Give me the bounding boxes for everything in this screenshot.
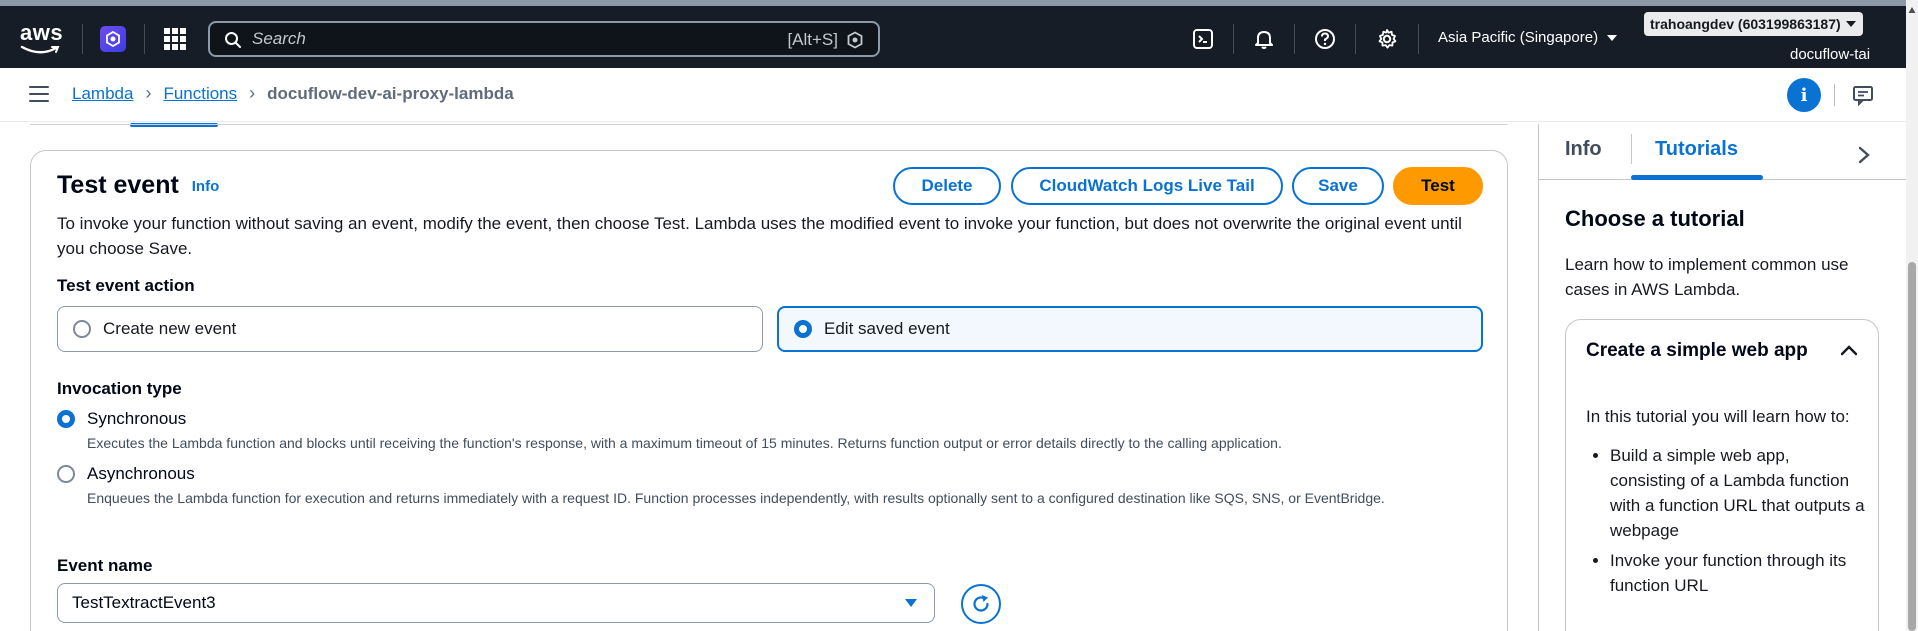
search-bar[interactable]: [Alt+S] (208, 21, 880, 57)
region-label: Asia Pacific (Singapore) (1438, 29, 1599, 46)
tab-tutorials[interactable]: Tutorials (1655, 138, 1738, 161)
search-input[interactable] (252, 27, 732, 51)
save-button[interactable]: Save (1292, 167, 1384, 205)
test-event-panel: Test event Info Delete CloudWatch Logs L… (30, 150, 1508, 631)
list-item: Build a simple web app, consisting of a … (1610, 443, 1866, 543)
tutorial-card-body: In this tutorial you will learn how to: … (1586, 404, 1866, 603)
tutorial-intro: In this tutorial you will learn how to: (1586, 407, 1850, 426)
nav-divider (1233, 24, 1234, 54)
nav-divider (1418, 24, 1419, 54)
synchronous-option[interactable]: Synchronous Executes the Lambda function… (57, 409, 1487, 453)
help-side-panel: Info Tutorials Choose a tutorial Learn h… (1538, 124, 1907, 631)
region-selector[interactable]: Asia Pacific (Singapore) (1438, 29, 1618, 46)
test-button[interactable]: Test (1393, 167, 1483, 205)
top-navigation: aws [Alt+S] (0, 0, 1906, 68)
panel-description: To invoke your function without saving a… (57, 214, 1462, 258)
radio-button-selected[interactable] (57, 410, 75, 428)
delete-button[interactable]: Delete (893, 167, 1001, 205)
breadcrumb: Lambda › Functions › docuflow-dev-ai-pro… (72, 83, 514, 104)
side-panel-tabs: Info Tutorials (1539, 124, 1907, 180)
radio-button-selected[interactable] (794, 320, 812, 338)
breadcrumb-current: docuflow-dev-ai-proxy-lambda (267, 83, 514, 103)
side-panel-title: Choose a tutorial (1565, 206, 1745, 231)
active-tab-indicator (1631, 175, 1763, 180)
account-alias: docuflow-tai (1790, 46, 1871, 63)
account-menu[interactable]: trahoangdev (603199863187) (1644, 12, 1863, 36)
services-grid-icon[interactable] (164, 28, 186, 50)
asynchronous-option[interactable]: Asynchronous Enqueues the Lambda functio… (57, 464, 1487, 508)
tutorial-card-title[interactable]: Create a simple web app (1586, 340, 1808, 362)
edit-saved-event-option[interactable]: Edit saved event (777, 306, 1483, 352)
radio-button[interactable] (73, 320, 91, 338)
hexagon-icon (106, 31, 120, 47)
info-link[interactable]: Info (192, 178, 220, 195)
caret-down-icon (1607, 34, 1618, 41)
gear-icon[interactable] (1376, 28, 1398, 50)
option-label: Edit saved event (824, 319, 950, 338)
test-event-action-label: Test event action (57, 276, 195, 295)
nav-divider (1834, 84, 1835, 106)
chevron-right-icon: › (145, 83, 152, 103)
divider (30, 124, 1508, 125)
nav-divider (82, 24, 83, 54)
caret-down-icon (1845, 21, 1856, 27)
side-panel-subtitle: Learn how to implement common use cases … (1565, 255, 1849, 299)
scroll-up-arrow-icon[interactable] (1908, 6, 1916, 14)
application-icon[interactable] (100, 26, 126, 52)
aws-logo-text: aws (20, 20, 64, 45)
account-label: trahoangdev (603199863187) (1650, 16, 1841, 32)
breadcrumb-lambda[interactable]: Lambda (72, 84, 133, 104)
option-label: Asynchronous (87, 464, 195, 483)
search-shortcut: [Alt+S] (787, 30, 838, 49)
help-icon[interactable] (1314, 28, 1336, 50)
breadcrumb-functions[interactable]: Functions (163, 84, 237, 104)
option-label: Synchronous (87, 409, 187, 428)
option-description: Executes the Lambda function and blocks … (87, 435, 1282, 451)
hexagon-icon (847, 31, 863, 49)
menu-icon[interactable] (29, 86, 49, 107)
radio-button[interactable] (57, 465, 75, 483)
nav-divider (1294, 24, 1295, 54)
create-new-event-option[interactable]: Create new event (57, 306, 763, 352)
aws-smile-icon (20, 45, 60, 54)
tab-divider (1631, 134, 1632, 164)
tutorial-bullets: Build a simple web app, consisting of a … (1586, 443, 1866, 598)
invocation-type-label: Invocation type (57, 379, 182, 398)
option-description: Enqueues the Lambda function for executi… (87, 490, 1385, 506)
event-name-label: Event name (57, 556, 153, 575)
caret-down-icon (905, 599, 917, 607)
option-label: Create new event (103, 319, 237, 338)
cloudwatch-live-tail-button[interactable]: CloudWatch Logs Live Tail (1011, 167, 1283, 205)
breadcrumb-bar: Lambda › Functions › docuflow-dev-ai-pro… (0, 68, 1906, 122)
refresh-icon (973, 595, 989, 612)
nav-divider (1355, 24, 1356, 54)
chevron-right-icon: › (249, 83, 256, 103)
cloudshell-icon[interactable] (1192, 28, 1214, 50)
feedback-icon[interactable] (1852, 84, 1874, 106)
event-name-value: TestTextractEvent3 (72, 593, 216, 612)
search-icon (225, 32, 241, 48)
chevron-up-icon[interactable] (1840, 344, 1858, 356)
refresh-button[interactable] (961, 584, 1001, 624)
aws-logo[interactable]: aws (20, 22, 64, 58)
panel-title-text: Test event (57, 171, 179, 199)
event-name-select[interactable]: TestTextractEvent3 (57, 583, 935, 623)
scrollbar-thumb[interactable] (1908, 262, 1916, 631)
info-icon[interactable]: i (1787, 78, 1821, 112)
bell-icon[interactable] (1253, 28, 1275, 50)
panel-title: Test event Info (57, 171, 219, 200)
chevron-right-icon[interactable] (1857, 146, 1871, 164)
tab-info[interactable]: Info (1565, 138, 1602, 161)
nav-divider (144, 24, 145, 54)
tutorial-card: Create a simple web app In this tutorial… (1565, 319, 1879, 631)
list-item: Invoke your function through its functio… (1610, 548, 1866, 598)
